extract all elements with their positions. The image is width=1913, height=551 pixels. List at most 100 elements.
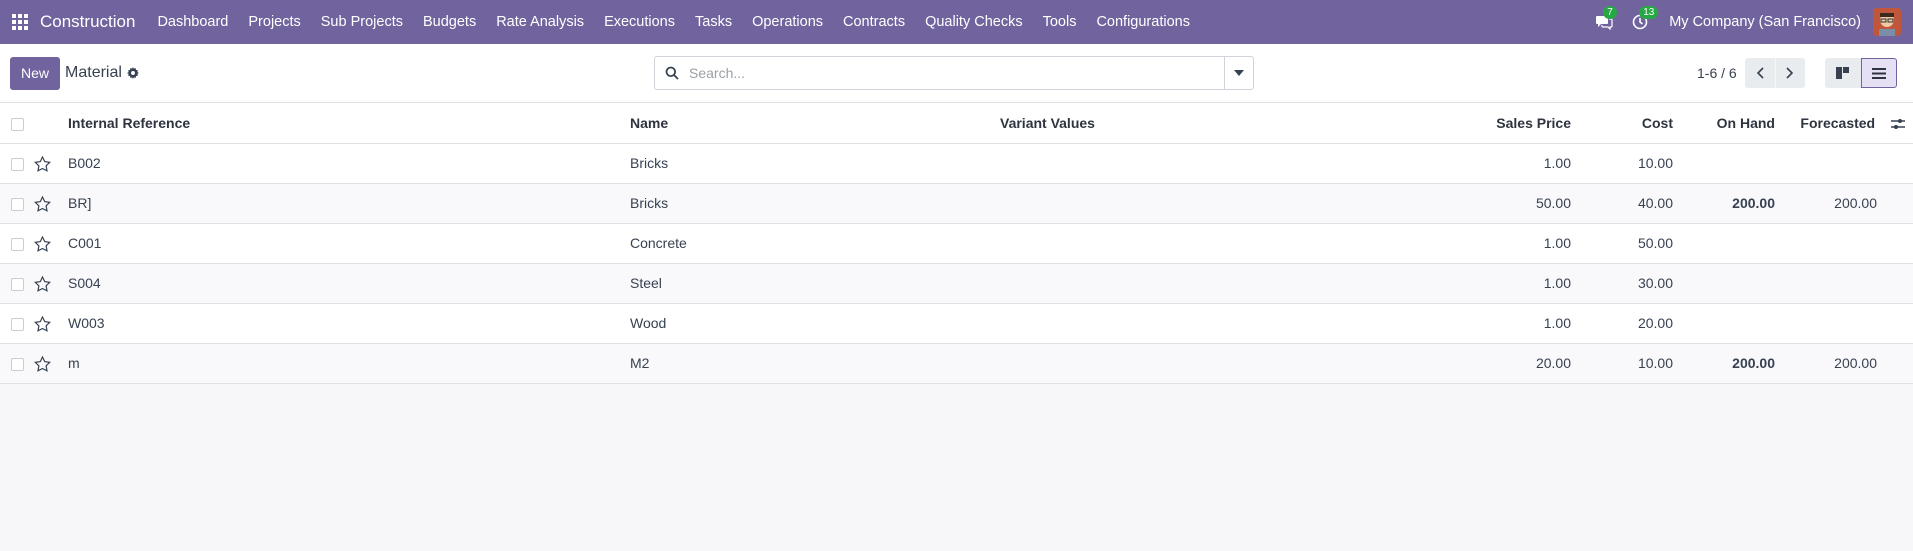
row-checkbox[interactable]	[11, 157, 24, 171]
cell-forecasted	[1788, 303, 1913, 343]
control-panel: New Material 1-6 / 6	[0, 44, 1913, 103]
pager-value[interactable]: 1-6 / 6	[1697, 65, 1737, 81]
main-menu: Dashboard Projects Sub Projects Budgets …	[147, 0, 1200, 44]
favorite-star-icon[interactable]	[34, 195, 51, 212]
pager: 1-6 / 6	[1697, 58, 1805, 88]
cell-on-hand	[1686, 143, 1788, 183]
menu-item-dashboard[interactable]: Dashboard	[147, 0, 238, 44]
kanban-icon	[1836, 67, 1849, 79]
column-header-name[interactable]: Name	[630, 115, 668, 131]
table-row[interactable]: m M2 20.00 10.00 200.00 200.00	[0, 343, 1913, 383]
new-button[interactable]: New	[10, 56, 61, 90]
cell-variant-values	[1000, 303, 1432, 343]
table-row[interactable]: S004 Steel 1.00 30.00	[0, 263, 1913, 303]
menu-item-sub-projects[interactable]: Sub Projects	[311, 0, 413, 44]
column-header-internal-reference[interactable]: Internal Reference	[68, 115, 190, 131]
kanban-view-button[interactable]	[1825, 58, 1861, 88]
cell-internal-reference: m	[68, 355, 80, 371]
select-all-checkbox[interactable]	[11, 117, 24, 131]
cell-sales-price: 1.00	[1543, 275, 1571, 291]
cell-name: Bricks	[630, 155, 669, 171]
cell-on-hand	[1686, 263, 1788, 303]
caret-down-icon	[1234, 70, 1244, 76]
search-icon	[665, 66, 679, 80]
column-header-forecasted[interactable]: Forecasted	[1800, 115, 1875, 131]
breadcrumb-title: Material	[65, 64, 122, 81]
cell-forecasted: 200.00	[1834, 355, 1877, 371]
cell-cost: 40.00	[1637, 195, 1673, 211]
cell-cost: 10.00	[1637, 355, 1673, 371]
favorite-star-icon[interactable]	[34, 155, 51, 172]
messages-icon[interactable]: 7	[1593, 6, 1617, 33]
menu-item-tools[interactable]: Tools	[1033, 0, 1087, 44]
favorite-star-icon[interactable]	[34, 275, 51, 292]
cell-name: M2	[630, 355, 650, 371]
cell-forecasted	[1788, 143, 1913, 183]
app-brand[interactable]: Construction	[40, 12, 135, 32]
table-row[interactable]: BR] Bricks 50.00 40.00 200.00 200.00	[0, 183, 1913, 223]
cell-forecasted: 200.00	[1834, 195, 1877, 211]
cell-sales-price: 1.00	[1543, 315, 1571, 331]
cell-name: Concrete	[630, 235, 687, 251]
menu-item-rate-analysis[interactable]: Rate Analysis	[486, 0, 594, 44]
top-navbar: Construction Dashboard Projects Sub Proj…	[0, 0, 1913, 44]
menu-item-configurations[interactable]: Configurations	[1086, 0, 1200, 44]
cell-variant-values	[1000, 263, 1432, 303]
favorite-star-icon[interactable]	[34, 315, 51, 332]
row-checkbox[interactable]	[11, 317, 24, 331]
row-checkbox[interactable]	[11, 237, 24, 251]
cell-forecasted	[1788, 223, 1913, 263]
menu-item-quality-checks[interactable]: Quality Checks	[915, 0, 1033, 44]
cell-variant-values	[1000, 343, 1432, 383]
menu-item-tasks[interactable]: Tasks	[685, 0, 742, 44]
row-checkbox[interactable]	[11, 277, 24, 291]
cell-name: Steel	[630, 275, 662, 291]
cell-internal-reference: W003	[68, 315, 105, 331]
chevron-left-icon	[1756, 67, 1764, 79]
cell-internal-reference: B002	[68, 155, 101, 171]
pager-next-button[interactable]	[1774, 58, 1805, 88]
company-switcher[interactable]: My Company (San Francisco)	[1669, 14, 1861, 30]
cell-cost: 30.00	[1637, 275, 1673, 291]
search-input[interactable]	[689, 65, 1224, 81]
favorite-star-icon[interactable]	[34, 355, 51, 372]
column-header-variant-values[interactable]: Variant Values	[1000, 115, 1095, 131]
favorite-star-icon[interactable]	[34, 235, 51, 252]
cell-cost: 50.00	[1637, 235, 1673, 251]
menu-item-executions[interactable]: Executions	[594, 0, 685, 44]
column-header-on-hand[interactable]: On Hand	[1717, 115, 1775, 131]
cell-internal-reference: C001	[68, 235, 102, 251]
cell-variant-values	[1000, 183, 1432, 223]
list-view-button[interactable]	[1861, 58, 1897, 88]
activities-clock-icon[interactable]: 13	[1629, 6, 1659, 33]
cell-sales-price: 1.00	[1543, 155, 1571, 171]
menu-item-operations[interactable]: Operations	[742, 0, 833, 44]
row-checkbox[interactable]	[11, 357, 24, 371]
column-header-sales-price[interactable]: Sales Price	[1496, 115, 1571, 131]
optional-columns-toggle-icon[interactable]	[1891, 118, 1905, 130]
pager-previous-button[interactable]	[1744, 58, 1775, 88]
activities-badge: 13	[1639, 6, 1659, 19]
menu-item-budgets[interactable]: Budgets	[413, 0, 486, 44]
search-bar	[654, 56, 1254, 90]
cell-name: Bricks	[630, 195, 669, 211]
table-row[interactable]: W003 Wood 1.00 20.00	[0, 303, 1913, 343]
cell-internal-reference: S004	[68, 275, 101, 291]
messages-badge: 7	[1603, 6, 1617, 19]
column-header-cost[interactable]: Cost	[1642, 115, 1673, 131]
cell-sales-price: 20.00	[1535, 355, 1571, 371]
menu-item-contracts[interactable]: Contracts	[833, 0, 915, 44]
cell-sales-price: 1.00	[1543, 235, 1571, 251]
search-options-toggle[interactable]	[1224, 57, 1253, 89]
cell-on-hand: 200.00	[1732, 355, 1775, 371]
table-row[interactable]: C001 Concrete 1.00 50.00	[0, 223, 1913, 263]
user-avatar[interactable]	[1873, 8, 1901, 36]
table-header-row: Internal Reference Name Variant Values S…	[0, 103, 1913, 143]
gear-icon[interactable]	[126, 67, 139, 79]
table-row[interactable]: B002 Bricks 1.00 10.00	[0, 143, 1913, 183]
apps-menu-icon[interactable]	[12, 14, 28, 30]
menu-item-projects[interactable]: Projects	[238, 0, 310, 44]
cell-on-hand	[1686, 223, 1788, 263]
row-checkbox[interactable]	[11, 197, 24, 211]
material-list-table: Internal Reference Name Variant Values S…	[0, 103, 1913, 384]
